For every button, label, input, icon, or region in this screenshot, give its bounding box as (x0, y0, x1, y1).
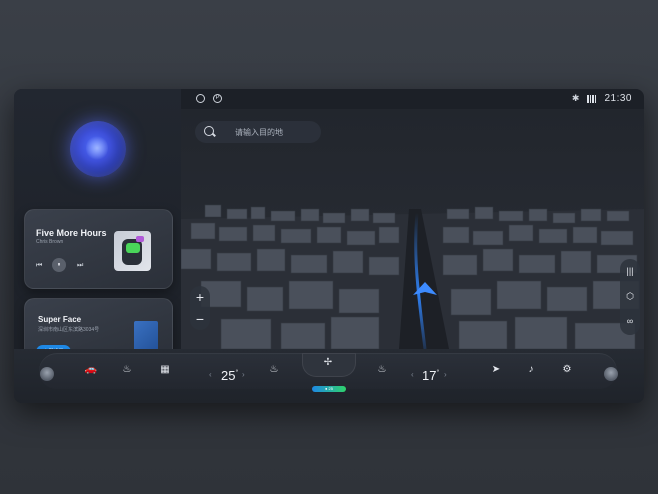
seat-heat-left-icon[interactable]: ♨ (264, 364, 284, 375)
driver-avatar[interactable] (40, 367, 54, 381)
music-card[interactable]: Five More Hours Chris Brown ⏮ ⏸ ⏭ (24, 209, 173, 289)
right-temp-down[interactable]: ‹ (411, 370, 414, 379)
signal-icon (587, 94, 597, 103)
search-placeholder: 请输入目的地 (235, 128, 283, 137)
status-left: P (196, 94, 222, 103)
parking-icon: P (213, 94, 222, 103)
face-address: 深圳市南山区东滨路3034号 (38, 327, 100, 333)
right-temp-value: 17 (422, 368, 437, 383)
layers-icon[interactable]: ||| (620, 259, 640, 284)
left-temp[interactable]: 25° (221, 368, 238, 383)
pause-button[interactable]: ⏸ (52, 258, 66, 272)
song-title: Five More Hours (36, 228, 107, 238)
bluetooth-icon: ✱ (571, 93, 580, 103)
seat-heat-right-icon[interactable]: ♨ (372, 364, 392, 375)
search-icon (204, 126, 214, 136)
left-temp-value: 25 (221, 368, 236, 383)
route-icon[interactable]: ∞ (620, 309, 640, 334)
song-artist: Chris Brown (36, 239, 64, 245)
left-temp-down[interactable]: ‹ (209, 370, 212, 379)
map-view[interactable]: 请输入目的地 + − ||| ⬡ ∞ (181, 109, 644, 349)
rear-defrost-icon[interactable]: ▦ (155, 364, 175, 375)
left-temp-up[interactable]: › (242, 370, 245, 379)
front-defrost-icon[interactable]: ♨ (117, 364, 137, 375)
map-tools: ||| ⬡ ∞ (620, 259, 640, 335)
zoom-control: + − (190, 286, 210, 330)
fan-icon[interactable]: ✢ (314, 357, 342, 368)
music-icon[interactable]: ♪ (521, 364, 541, 375)
right-temp[interactable]: 17° (422, 368, 439, 383)
passenger-avatar[interactable] (604, 367, 618, 381)
sidebar: Five More Hours Chris Brown ⏮ ⏸ ⏭ Super … (14, 89, 181, 362)
album-cover (114, 231, 151, 271)
next-track-icon[interactable]: ⏭ (77, 262, 83, 270)
settings-icon[interactable]: ⚙ (557, 364, 577, 375)
voice-assistant-orb[interactable] (70, 121, 126, 177)
zoom-out-button[interactable]: − (190, 308, 210, 330)
city-3d-map (181, 109, 644, 349)
zoom-in-button[interactable]: + (190, 286, 210, 308)
right-temp-degree: ° (436, 369, 440, 377)
car-screen: P ✱ 21:30 Five More Hours Chris Brown ⏮ … (14, 89, 644, 403)
left-temp-degree: ° (235, 369, 239, 377)
search-bar[interactable]: 请输入目的地 (195, 121, 321, 143)
poi-icon[interactable]: ⬡ (620, 284, 640, 309)
clock: 21:30 (604, 93, 632, 104)
bottom-dock: 🚗 ♨ ▦ ‹ 25° › ♨ ✢ ● 25 ♨ ‹ 17° › ➤ ♪ ⚙ (14, 349, 644, 403)
navigation-icon[interactable]: ➤ (486, 364, 506, 375)
prev-track-icon[interactable]: ⏮ (36, 262, 42, 270)
circle-icon (196, 94, 205, 103)
status-right: ✱ 21:30 (572, 93, 632, 104)
car-icon[interactable]: 🚗 (81, 364, 101, 375)
face-title: Super Face (38, 315, 82, 324)
cube-graphic (134, 321, 158, 351)
fan-level-badge: ● 25 (312, 386, 346, 392)
right-temp-up[interactable]: › (444, 370, 447, 379)
